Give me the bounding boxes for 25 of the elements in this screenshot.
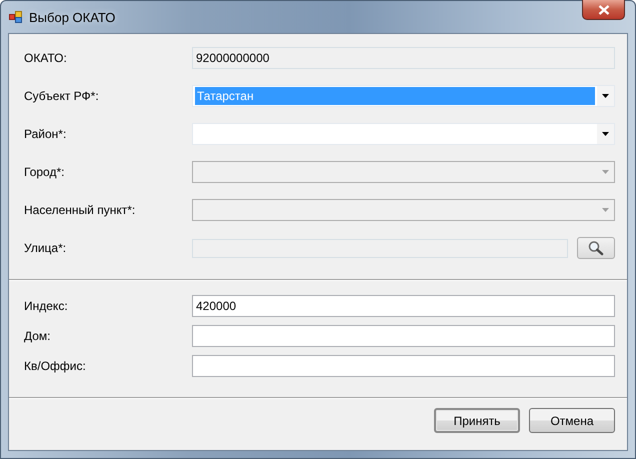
app-icon <box>9 11 23 23</box>
field-label: Район*: <box>24 127 68 141</box>
window-title: Выбор ОКАТО <box>29 10 116 24</box>
close-icon <box>598 4 610 14</box>
input-field[interactable] <box>192 355 615 377</box>
close-button[interactable] <box>582 0 625 20</box>
caret-icon <box>602 170 609 174</box>
dropdown-value: Татарстан <box>195 87 595 105</box>
field-label: ОКАТО: <box>24 51 68 65</box>
field-label: Дом: <box>24 329 52 343</box>
input-field[interactable] <box>192 325 615 347</box>
caret-icon <box>602 94 609 98</box>
field-label: Улица*: <box>24 241 68 255</box>
caret-icon <box>602 132 609 136</box>
field-label: Кв/Оффис: <box>24 359 87 373</box>
search-icon <box>587 240 605 256</box>
field-label: Город*: <box>24 165 66 179</box>
dialog-button[interactable]: Отмена <box>529 408 615 433</box>
field-label: Субъект РФ*: <box>24 89 100 103</box>
input-field[interactable]: 420000 <box>192 295 615 317</box>
field-label: Индекс: <box>24 299 69 313</box>
search-button[interactable] <box>577 237 615 259</box>
dialog-button[interactable]: Принять <box>434 408 520 433</box>
field-label: Населенный пункт*: <box>24 203 136 217</box>
caret-icon <box>602 208 609 212</box>
